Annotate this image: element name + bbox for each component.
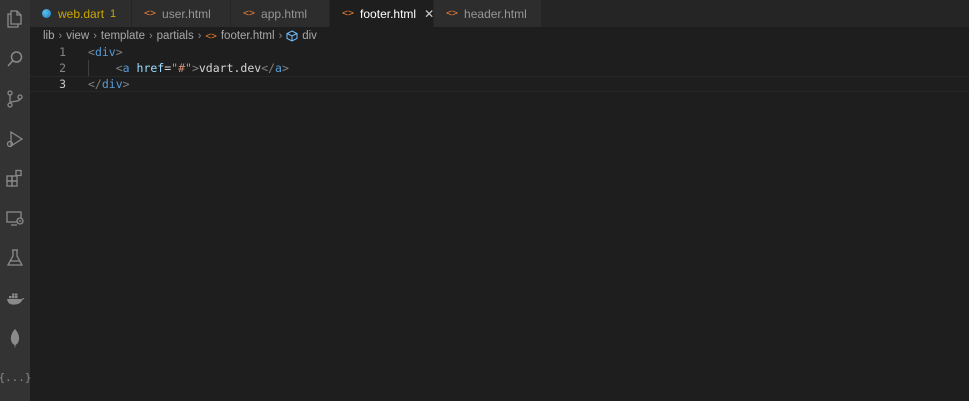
html-icon: <> (205, 30, 217, 42)
source-control-icon[interactable] (0, 84, 30, 114)
dart-icon (42, 9, 51, 18)
breadcrumb-item-lib[interactable]: lib (43, 30, 55, 42)
line-number: 3 (59, 77, 66, 91)
chevron-right-icon: › (93, 30, 97, 42)
mongodb-icon[interactable] (0, 323, 30, 353)
breadcrumb-item-view[interactable]: view (66, 30, 89, 42)
tab-label: header.html (464, 6, 527, 21)
tab-web-dart[interactable]: web.dart 1 (30, 0, 132, 27)
chevron-right-icon: › (58, 30, 63, 42)
json-icon[interactable]: {...} (0, 362, 32, 392)
html-icon: <> (144, 8, 157, 19)
code-editor[interactable]: 1 <div> 2 <a href="#">vdart.dev</a> 3 </… (30, 44, 969, 401)
activity-bar: {...} (0, 0, 32, 401)
tab-user-html[interactable]: <> user.html (132, 0, 231, 27)
code-line[interactable]: 1 <div> (30, 44, 969, 60)
breadcrumb-item-file[interactable]: footer.html (221, 30, 275, 42)
html-icon: <> (342, 8, 355, 19)
remote-explorer-icon[interactable] (0, 203, 30, 233)
code-line-current[interactable]: 3 </div> (30, 76, 969, 92)
search-icon[interactable] (0, 44, 30, 74)
code-line[interactable]: 2 <a href="#">vdart.dev</a> (30, 60, 969, 76)
tab-label: footer.html (360, 6, 417, 21)
tab-label: web.dart (58, 6, 105, 21)
explorer-icon[interactable] (0, 4, 30, 34)
tab-label: user.html (162, 6, 211, 21)
breadcrumb-item-symbol[interactable]: div (302, 30, 317, 42)
html-icon: <> (243, 8, 256, 19)
testing-icon[interactable] (0, 243, 30, 273)
code-content: </div> (88, 77, 130, 91)
docker-icon[interactable] (0, 283, 30, 313)
chevron-right-icon: › (278, 30, 283, 42)
html-icon: <> (446, 8, 459, 19)
line-number: 2 (59, 61, 66, 75)
close-icon[interactable]: ✕ (424, 7, 434, 21)
run-debug-icon[interactable] (0, 124, 30, 154)
breadcrumb-item-template[interactable]: template (101, 30, 145, 42)
symbol-element-icon (286, 30, 298, 42)
vscode-window: {...} web.dart 1 <> user.html <> app.htm… (0, 0, 969, 401)
chevron-right-icon: › (148, 30, 153, 42)
breadcrumb-item-partials[interactable]: partials (157, 30, 194, 42)
chevron-right-icon: › (197, 30, 202, 42)
extensions-icon[interactable] (0, 163, 30, 193)
problem-count-badge: 1 (110, 7, 117, 20)
tab-footer-html[interactable]: <> footer.html ✕ (330, 0, 434, 27)
tab-label: app.html (261, 6, 308, 21)
code-content: <a href="#">vdart.dev</a> (115, 61, 289, 75)
tab-app-html[interactable]: <> app.html (231, 0, 330, 27)
line-number: 1 (59, 45, 66, 59)
tab-header-html[interactable]: <> header.html (434, 0, 542, 27)
breadcrumb: lib › view › template › partials › <> fo… (43, 28, 317, 44)
code-content: <div> (88, 45, 123, 59)
tab-bar: web.dart 1 <> user.html <> app.html <> f… (30, 0, 969, 27)
